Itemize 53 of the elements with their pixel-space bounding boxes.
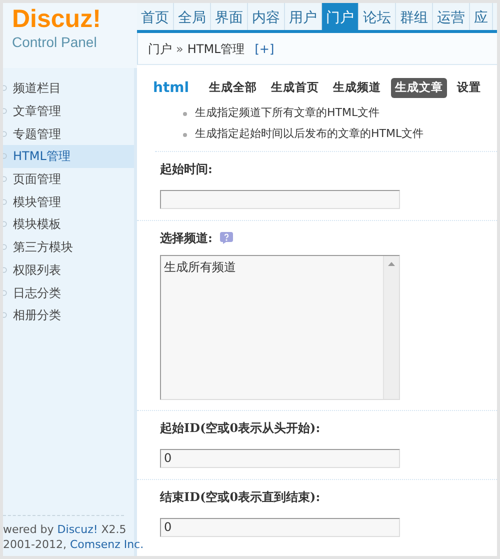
tab[interactable]: 生成首页 xyxy=(267,78,324,98)
sidebar-item[interactable]: 页面管理 xyxy=(3,168,134,190)
bullet-icon xyxy=(3,153,8,160)
nav-tab[interactable]: 门户 xyxy=(322,3,359,30)
bullet-icon xyxy=(3,85,8,92)
sidebar-item[interactable]: 频道栏目 xyxy=(3,77,134,100)
sidebar-item[interactable]: 相册分类 xyxy=(3,304,134,327)
list-option[interactable]: 生成所有频道 xyxy=(164,259,380,275)
bullet-icon xyxy=(3,130,8,137)
sidebar-item[interactable]: HTML管理 xyxy=(3,145,134,168)
field-label: 起始ID(空或0表示从头开始): xyxy=(160,420,320,437)
add-shortcut-link[interactable]: [+] xyxy=(254,40,274,58)
field-label: 选择频道: xyxy=(160,230,212,247)
field-label: 结束ID(空或0表示直到结束): xyxy=(160,489,320,506)
tab[interactable]: 生成频道 xyxy=(329,78,386,98)
field-label: 起始时间: xyxy=(160,161,212,178)
sidebar-item[interactable]: 专题管理 xyxy=(3,122,134,146)
bullet-icon xyxy=(3,176,8,182)
bullet-icon xyxy=(183,132,187,136)
breadcrumb-current: HTML管理 xyxy=(187,40,245,58)
scroll-up-icon[interactable] xyxy=(388,262,395,266)
text-field[interactable]: 0 xyxy=(160,518,400,536)
help-icon[interactable] xyxy=(220,232,234,244)
breadcrumb-link[interactable]: 门户 xyxy=(148,40,172,58)
bullet-icon xyxy=(3,244,8,250)
tab[interactable]: 设置 xyxy=(453,78,486,98)
bullet-icon xyxy=(3,108,8,114)
text-field[interactable]: 0 xyxy=(160,448,400,468)
tab[interactable]: 生成文章 xyxy=(391,78,448,98)
tip-text: 生成指定频道下所有文章的HTML文件 xyxy=(195,105,380,122)
channel-list[interactable]: 生成所有频道 xyxy=(160,255,400,400)
company-link[interactable]: Comsenz Inc. xyxy=(70,538,144,551)
sidebar-item[interactable]: 权限列表 xyxy=(3,258,134,282)
sidebar-item[interactable]: 日志分类 xyxy=(3,281,134,304)
powered-by-text: wered by Discuz! X2.5 xyxy=(3,522,124,537)
content-title: html xyxy=(153,78,190,98)
tip-text: 生成指定起始时间以后发布的文章的HTML文件 xyxy=(195,126,424,142)
scrollbar[interactable] xyxy=(383,256,399,399)
sidebar-item[interactable]: 第三方模块 xyxy=(3,236,134,258)
product-link[interactable]: Discuz! xyxy=(57,523,98,536)
text-field[interactable] xyxy=(160,190,400,208)
sidebar-item[interactable]: 模块管理 xyxy=(3,190,134,214)
bullet-icon xyxy=(183,112,187,116)
bullet-icon xyxy=(3,290,8,296)
bullet-icon xyxy=(3,198,8,205)
sidebar-item[interactable]: 模块模板 xyxy=(3,213,134,236)
breadcrumb-separator: » xyxy=(176,40,184,58)
bullet-icon xyxy=(3,312,8,318)
sidebar-item[interactable]: 文章管理 xyxy=(3,100,134,122)
bullet-icon xyxy=(3,266,8,273)
logo-subtitle: Control Panel xyxy=(12,34,97,50)
tab[interactable]: 生成全部 xyxy=(205,78,262,98)
bullet-icon xyxy=(3,221,8,228)
